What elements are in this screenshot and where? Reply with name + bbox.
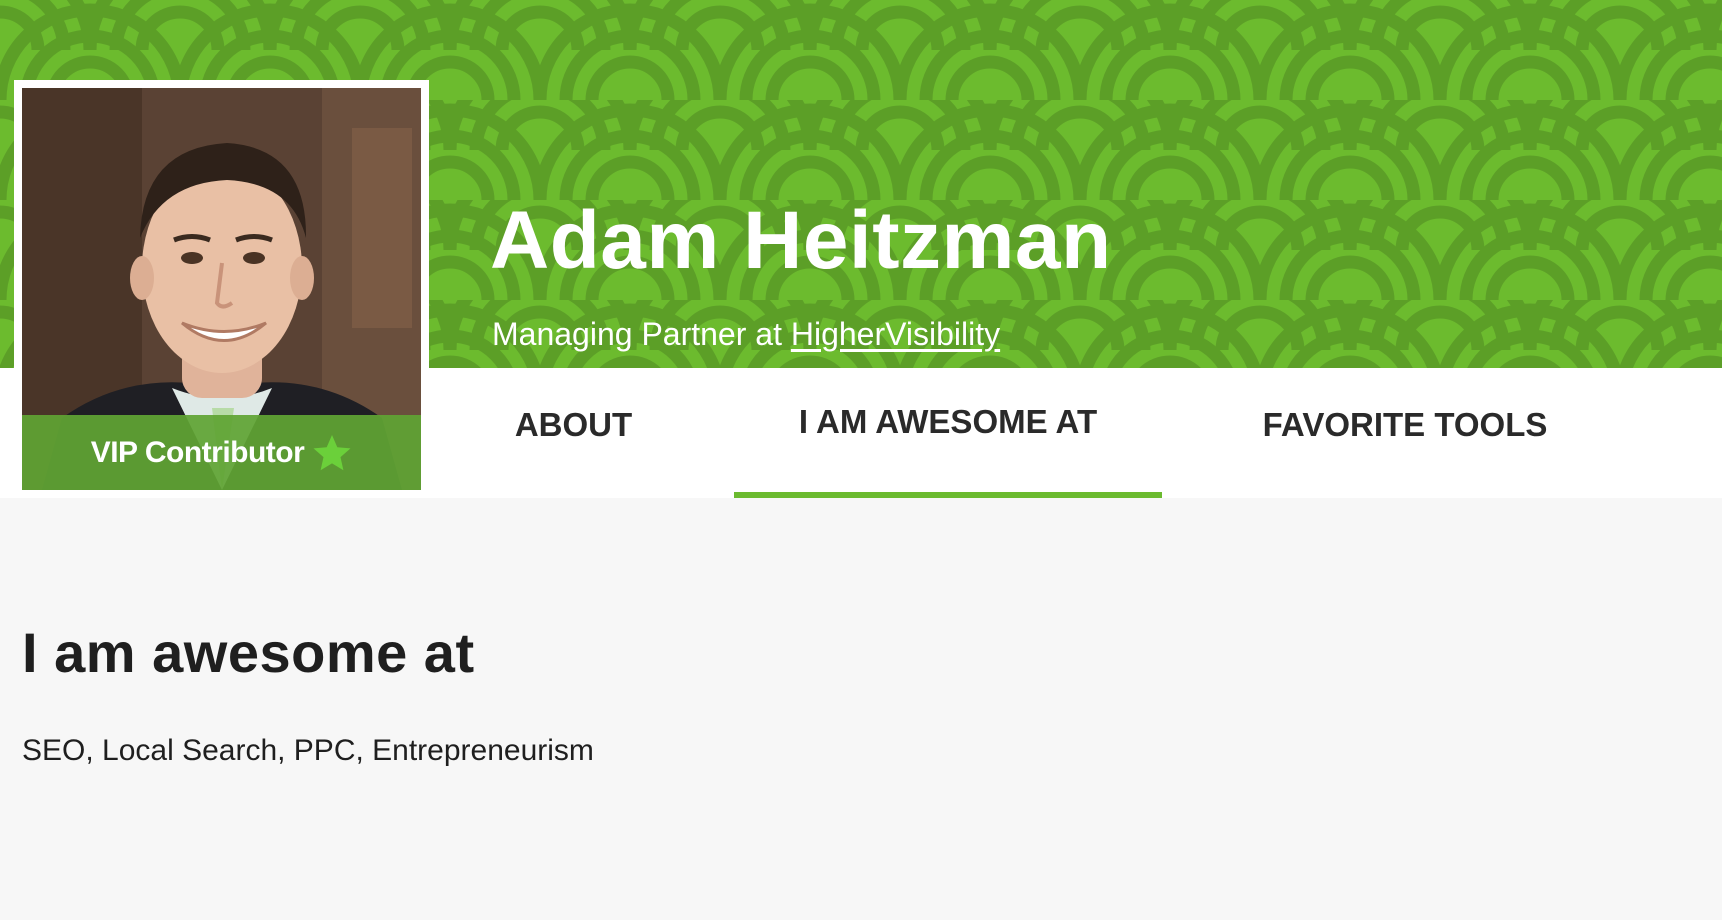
tab-awesome-label: I AM AWESOME AT <box>798 403 1098 440</box>
section-title: I am awesome at <box>22 621 475 684</box>
tab-favorite-tools[interactable]: FAVORITE TOOLS <box>1240 368 1570 498</box>
profile-role-prefix: Managing Partner at <box>492 316 791 352</box>
avatar: VIP Contributor <box>22 88 421 490</box>
tab-about-label: ABOUT <box>514 406 633 443</box>
vip-badge-label: VIP Contributor <box>90 435 305 469</box>
vip-badge: VIP Contributor <box>22 415 421 490</box>
profile-name: Adam Heitzman <box>490 195 1112 286</box>
section-body: SEO, Local Search, PPC, Entrepreneurism <box>22 734 594 767</box>
profile-photo-card: VIP Contributor <box>14 80 429 498</box>
tab-about[interactable]: ABOUT <box>466 368 681 498</box>
tab-tools-label: FAVORITE TOOLS <box>1262 406 1548 443</box>
star-icon <box>312 433 352 473</box>
company-link[interactable]: HigherVisibility <box>791 316 1000 352</box>
profile-role: Managing Partner at HigherVisibility <box>492 318 1000 350</box>
tab-i-am-awesome-at[interactable]: I AM AWESOME AT <box>734 368 1162 498</box>
